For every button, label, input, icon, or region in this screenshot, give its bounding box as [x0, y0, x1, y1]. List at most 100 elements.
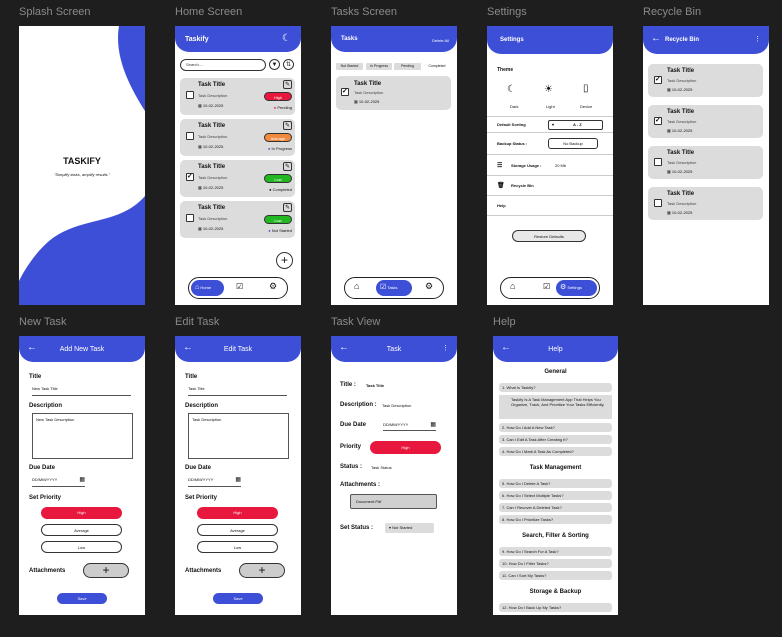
newtask-title: Add New Task	[59, 346, 105, 353]
priority-high-button[interactable]: High	[197, 507, 278, 519]
task-date: ▦ 10-02-2025	[198, 226, 223, 231]
description-input[interactable]: Task Description	[188, 413, 289, 459]
help-section-title: Storage & Backup	[529, 589, 582, 595]
due-date-input[interactable]: DD/MM/YYYY ▦	[188, 477, 241, 487]
filter-tab-0[interactable]: Not Started	[336, 63, 363, 70]
settings-title: Settings	[500, 37, 524, 43]
delete-all-button[interactable]: Delete All	[432, 38, 449, 43]
dark-theme-icon[interactable]: ☾	[507, 84, 516, 95]
help-question[interactable]: 9. How Do I Search For A Task?	[499, 547, 612, 556]
description-input[interactable]: New Task Description	[32, 413, 133, 459]
save-button[interactable]: Save	[57, 593, 107, 604]
deleted-task-card[interactable]: Task Title Task Description ▦ 10-02-2025	[648, 64, 763, 97]
tasks-icon[interactable]: ☑	[543, 282, 550, 291]
filter-tab-2[interactable]: Pending	[394, 63, 421, 70]
sorting-select[interactable]: ▾ A - Z	[548, 120, 603, 130]
status-label: ● Not Started	[268, 228, 292, 233]
help-question[interactable]: 5. How Do I Delete A Task?	[499, 479, 612, 488]
deleted-task-card[interactable]: Task Title Task Description ▦ 10-02-2025	[648, 187, 763, 220]
home-icon[interactable]: ⌂	[510, 281, 515, 291]
filter-tab-1[interactable]: In Progress	[366, 63, 392, 70]
task-checkbox[interactable]	[186, 214, 194, 222]
title-input[interactable]: New Task Title	[32, 386, 131, 396]
sort-icon[interactable]: ⇅	[283, 59, 294, 70]
task-checkbox[interactable]	[186, 91, 194, 99]
save-button[interactable]: Save	[213, 593, 263, 604]
view-status-label: Status :	[340, 464, 363, 470]
add-attachment-button[interactable]: +	[83, 563, 129, 578]
priority-badge: High	[264, 92, 292, 101]
help-question[interactable]: 2. How Do I Add A New Task?	[499, 423, 612, 432]
backup-button[interactable]: No Backup	[548, 138, 598, 149]
help-question[interactable]: 1. What Is Taskify?	[499, 383, 612, 392]
task-card[interactable]: Task Title Task Description ▦ 10-02-2025 ✎ A…	[180, 119, 295, 156]
help-question[interactable]: 12. How Do I Back Up My Tasks?	[499, 603, 612, 612]
back-arrow-icon[interactable]: ←	[651, 33, 661, 44]
task-desc: Task Description	[667, 78, 697, 83]
task-date: ▦ 10-02-2025	[198, 185, 223, 190]
more-icon[interactable]: ⋮	[754, 35, 761, 43]
home-icon[interactable]: ⌂	[354, 281, 359, 291]
priority-average-button[interactable]: Average	[41, 524, 122, 536]
taskview-title: Task	[386, 346, 402, 353]
task-checkbox[interactable]	[654, 116, 662, 125]
edit-icon[interactable]: ✎	[283, 121, 292, 130]
task-checkbox[interactable]	[654, 158, 662, 166]
label-splash: Splash Screen	[19, 6, 91, 18]
priority-low-button[interactable]: Low	[41, 541, 122, 553]
help-row[interactable]: Help	[487, 196, 613, 216]
more-icon[interactable]: ⋮	[442, 344, 449, 352]
task-card[interactable]: Task Title Task Description ▦ 10-02-2025	[336, 76, 451, 110]
task-card[interactable]: Task Title Task Description ▦ 10-02-2025 ✎ L…	[180, 201, 295, 238]
help-question[interactable]: 11. Can I Sort My Tasks?	[499, 571, 612, 580]
add-attachment-button[interactable]: +	[239, 563, 285, 578]
attachment-file[interactable]: Document.Pdf	[350, 494, 437, 509]
help-question[interactable]: 8. How Do I Prioritize Tasks?	[499, 515, 612, 524]
title-input[interactable]: Task Title	[188, 386, 287, 396]
nav-tasks[interactable]: ☑ Tasks	[376, 280, 412, 296]
deleted-task-card[interactable]: Task Title Task Description ▦ 10-02-2025	[648, 105, 763, 138]
task-checkbox[interactable]	[186, 132, 194, 140]
filter-tab-3[interactable]: Completed	[423, 63, 451, 70]
task-card[interactable]: Task Title Task Description ▦ 10-02-2025 ✎ H…	[180, 78, 295, 115]
priority-average-button[interactable]: Average	[197, 524, 278, 536]
device-theme-icon[interactable]: ▯	[583, 83, 589, 94]
edit-icon[interactable]: ✎	[283, 203, 292, 212]
task-checkbox[interactable]	[654, 199, 662, 207]
priority-low-button[interactable]: Low	[197, 541, 278, 553]
add-task-button[interactable]: +	[276, 252, 293, 269]
help-question[interactable]: 7. Can I Recover A Deleted Task?	[499, 503, 612, 512]
set-status-value: Not Started	[392, 525, 413, 530]
filter-icon[interactable]: ▼	[269, 59, 280, 70]
moon-icon[interactable]: ☾	[282, 33, 291, 44]
help-question[interactable]: 6. How Do I Select Multiple Tasks?	[499, 491, 612, 500]
recycle-bin-row[interactable]: 🗑 Recycle Bin	[487, 176, 613, 196]
calendar-icon: ▦	[79, 477, 85, 483]
taskview-header: ← Task ⋮	[331, 336, 457, 362]
task-checkbox[interactable]	[654, 75, 662, 84]
tasks-icon[interactable]: ☑	[236, 282, 243, 291]
gear-icon[interactable]: ⚙	[425, 281, 433, 292]
deleted-task-card[interactable]: Task Title Task Description ▦ 10-02-2025	[648, 146, 763, 179]
help-question[interactable]: 4. How Do I Mark A Task As Completed?	[499, 447, 612, 456]
restore-defaults-button[interactable]: Restore Defaults	[512, 230, 586, 242]
gear-icon[interactable]: ⚙	[269, 281, 277, 292]
task-title: Task Title	[667, 191, 695, 197]
view-due-input[interactable]: DD/MM/YYYY ▦	[383, 422, 436, 431]
help-question[interactable]: 3. Can I Edit A Task After Creating It?	[499, 435, 612, 444]
edit-icon[interactable]: ✎	[283, 162, 292, 171]
priority-high-button[interactable]: High	[41, 507, 122, 519]
help-question[interactable]: 10. How Do I Filter Tasks?	[499, 559, 612, 568]
task-card[interactable]: Task Title Task Description ▦ 10-02-2025 ✎ L…	[180, 160, 295, 197]
nav-home[interactable]: ⌂ Home	[191, 280, 224, 296]
attachments-label: Attachments	[185, 568, 222, 574]
search-input[interactable]: Search....	[180, 59, 266, 71]
task-checkbox[interactable]	[341, 87, 349, 96]
light-theme-icon[interactable]: ☀	[544, 84, 553, 95]
due-date-input[interactable]: DD/MM/YYYY ▦	[32, 477, 85, 487]
set-status-select[interactable]: ▾ Not Started	[385, 523, 434, 533]
nav-settings[interactable]: ⚙ Settings	[556, 280, 597, 296]
task-checkbox[interactable]	[186, 172, 194, 181]
view-status-value: Task Status	[371, 465, 392, 470]
edit-icon[interactable]: ✎	[283, 80, 292, 89]
